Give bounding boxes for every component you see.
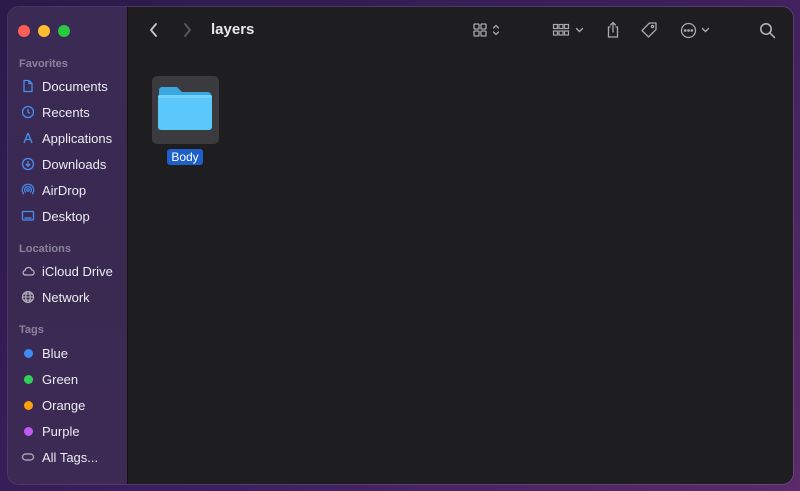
search-icon xyxy=(759,22,776,39)
cloud-icon xyxy=(20,263,36,279)
window-controls xyxy=(18,25,70,37)
applications-icon xyxy=(20,130,36,146)
sidebar: Favorites Documents Recents Applications… xyxy=(8,7,128,484)
chevron-down-icon xyxy=(575,26,584,34)
up-down-chevron-icon xyxy=(492,23,500,37)
file-browser-content: Body xyxy=(129,53,793,484)
sidebar-item-label: Blue xyxy=(42,345,69,361)
share-icon xyxy=(605,21,621,39)
tag-dot-icon xyxy=(20,397,36,413)
sidebar-item-label: All Tags... xyxy=(42,449,99,465)
sidebar-tag-orange[interactable]: Orange xyxy=(14,394,122,416)
more-actions-button[interactable] xyxy=(680,20,710,40)
clock-icon xyxy=(20,104,36,120)
sidebar-item-all-tags[interactable]: All Tags... xyxy=(14,446,122,468)
zoom-window-button[interactable] xyxy=(58,25,70,37)
download-icon xyxy=(20,156,36,172)
tag-dot-icon xyxy=(20,371,36,387)
folder-name-label: Body xyxy=(167,149,203,165)
forward-button[interactable] xyxy=(181,20,193,40)
finder-window: Favorites Documents Recents Applications… xyxy=(8,7,793,484)
sidebar-item-label: Green xyxy=(42,371,79,387)
icon-grid-view-icon xyxy=(472,22,488,38)
document-icon xyxy=(20,78,36,94)
all-tags-icon xyxy=(20,449,36,465)
sidebar-item-label: AirDrop xyxy=(42,182,87,198)
group-by-button[interactable] xyxy=(552,20,584,40)
desktop-icon xyxy=(20,208,36,224)
sidebar-item-network[interactable]: Network xyxy=(14,286,122,308)
sidebar-item-label: Purple xyxy=(42,423,80,439)
view-mode-button[interactable] xyxy=(472,20,500,40)
sidebar-item-label: Downloads xyxy=(42,156,107,172)
folder-selection-highlight xyxy=(151,76,219,144)
favorites-section-title: Favorites xyxy=(19,58,68,70)
sidebar-item-icloud-drive[interactable]: iCloud Drive xyxy=(14,260,122,282)
window-title: layers xyxy=(211,21,255,38)
tag-dot-icon xyxy=(20,423,36,439)
sidebar-tag-blue[interactable]: Blue xyxy=(14,342,122,364)
ellipsis-circle-icon xyxy=(680,22,697,39)
sidebar-item-label: Recents xyxy=(42,104,90,120)
sidebar-item-label: Network xyxy=(42,289,90,305)
tag-dot-icon xyxy=(20,345,36,361)
search-button[interactable] xyxy=(759,20,776,40)
toolbar: layers xyxy=(129,7,793,53)
sidebar-tag-green[interactable]: Green xyxy=(14,368,122,390)
airdrop-icon xyxy=(20,182,36,198)
tags-section-title: Tags xyxy=(19,324,44,336)
sidebar-item-label: Desktop xyxy=(42,208,90,224)
sidebar-item-label: Documents xyxy=(42,78,108,94)
sidebar-item-documents[interactable]: Documents xyxy=(14,75,122,97)
locations-section-title: Locations xyxy=(19,243,71,255)
sidebar-item-label: Applications xyxy=(42,130,113,146)
globe-icon xyxy=(20,289,36,305)
sidebar-item-downloads[interactable]: Downloads xyxy=(14,153,122,175)
folder-icon xyxy=(156,84,214,137)
sidebar-item-label: iCloud Drive xyxy=(42,263,113,279)
tags-button[interactable] xyxy=(640,20,658,40)
sidebar-item-applications[interactable]: Applications xyxy=(14,127,122,149)
tag-icon xyxy=(640,21,658,39)
sidebar-item-label: Orange xyxy=(42,397,86,413)
close-window-button[interactable] xyxy=(18,25,30,37)
share-button[interactable] xyxy=(605,20,621,40)
chevron-down-icon xyxy=(701,26,710,34)
minimize-window-button[interactable] xyxy=(38,25,50,37)
folder-item[interactable]: Body xyxy=(151,76,219,165)
sidebar-tag-purple[interactable]: Purple xyxy=(14,420,122,442)
chevron-right-icon xyxy=(181,22,193,38)
sidebar-item-airdrop[interactable]: AirDrop xyxy=(14,179,122,201)
group-grid-icon xyxy=(552,22,570,38)
sidebar-item-desktop[interactable]: Desktop xyxy=(14,205,122,227)
sidebar-item-recents[interactable]: Recents xyxy=(14,101,122,123)
back-button[interactable] xyxy=(148,20,160,40)
chevron-left-icon xyxy=(148,22,160,38)
